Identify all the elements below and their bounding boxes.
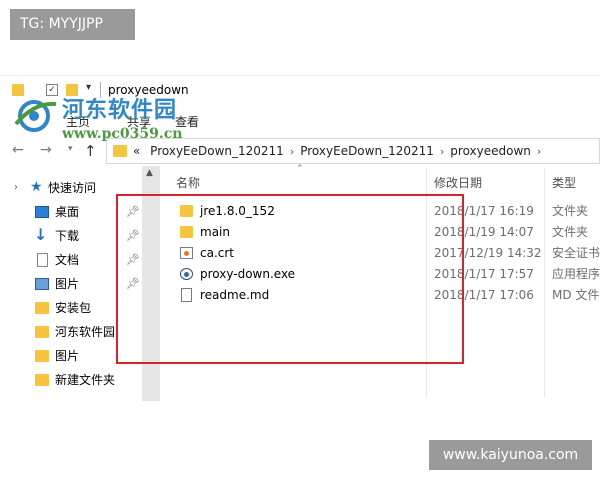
breadcrumb-separator-icon[interactable]: › — [434, 145, 450, 158]
download-icon: ↓ — [34, 225, 48, 244]
sort-caret-icon: ⌃ — [296, 164, 304, 174]
column-header-name[interactable]: 名称 — [176, 174, 200, 191]
sidebar-item-label: 快速访问 — [48, 181, 97, 195]
column-header-date[interactable]: 修改日期 — [434, 174, 482, 191]
column-header-type[interactable]: 类型 — [552, 174, 576, 191]
folder-icon — [35, 374, 49, 386]
desktop-icon — [35, 206, 49, 218]
sidebar-item-new-folder[interactable]: 新建文件夹 — [0, 368, 142, 392]
red-highlight-box — [116, 194, 464, 364]
breadcrumb-separator-icon[interactable]: › — [284, 145, 300, 158]
folder-icon — [35, 302, 49, 314]
breadcrumb-item[interactable]: proxyeedown — [450, 144, 531, 158]
file-type: 安全证书 — [552, 246, 600, 260]
file-type: MD 文件 — [552, 288, 600, 302]
breadcrumb-separator-icon[interactable]: › — [531, 145, 547, 158]
picture-icon — [35, 278, 49, 290]
breadcrumb-item[interactable]: ProxyEeDown_120211 — [300, 144, 434, 158]
star-icon: ★ — [30, 179, 43, 195]
chevron-right-icon[interactable]: › — [14, 176, 18, 200]
sidebar-item-label: 下载 — [55, 229, 80, 243]
file-type: 应用程序 — [552, 267, 600, 281]
document-icon — [37, 253, 48, 267]
folder-icon — [35, 350, 49, 362]
sidebar-item-label: 图片 — [55, 349, 80, 363]
sidebar-item-label: 图片 — [55, 277, 80, 291]
sidebar-item-label: 河东软件园 — [55, 325, 116, 339]
file-type: 文件夹 — [552, 225, 589, 239]
tg-watermark-badge: TG: MYYJJPP — [10, 9, 135, 40]
sidebar-item-label: 新建文件夹 — [55, 373, 116, 387]
hedong-logo-icon — [14, 100, 57, 132]
hedong-watermark: 河东软件园 www.pc0359.cn — [12, 88, 212, 150]
sidebar-item-label: 桌面 — [55, 205, 80, 219]
watermark-name: 河东软件园 — [62, 97, 178, 123]
site-watermark-badge: www.kaiyunoa.com — [429, 440, 592, 470]
watermark-url: www.pc0359.cn — [62, 126, 183, 142]
file-type: 文件夹 — [552, 204, 589, 218]
folder-icon — [35, 326, 49, 338]
sidebar-item-label: 文档 — [55, 253, 80, 267]
sidebar-item-label: 安装包 — [55, 301, 92, 315]
